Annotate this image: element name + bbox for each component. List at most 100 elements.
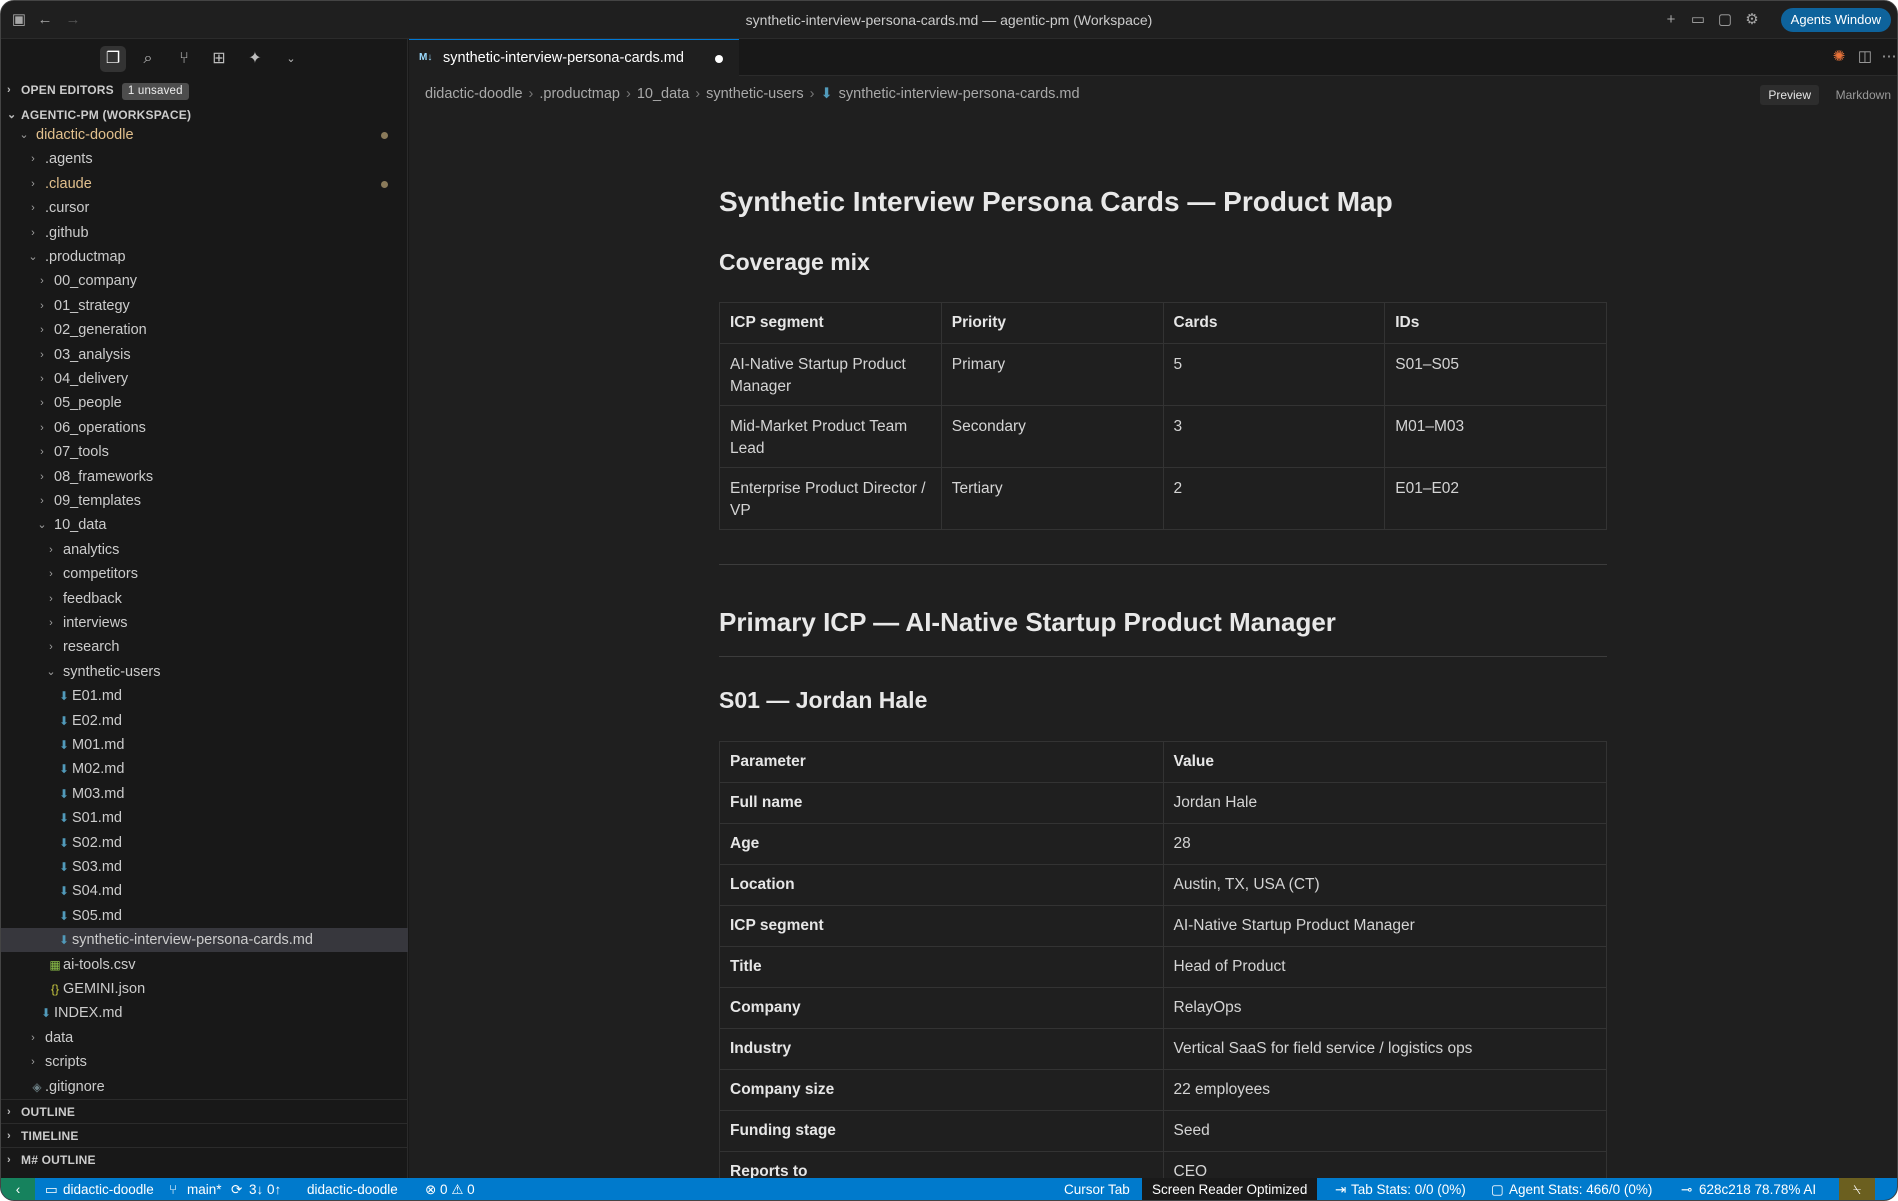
status-branch[interactable]: main* [187,1178,222,1200]
remote-indicator-icon[interactable]: ‹ [1,1178,35,1200]
status-cursor-tab[interactable]: Cursor Tab [1064,1178,1130,1200]
layout-panel-icon[interactable]: ▭ [1688,10,1708,30]
status-screen-reader[interactable]: Screen Reader Optimized [1142,1178,1318,1200]
folder-item[interactable]: › data [1,1026,408,1050]
folder-item[interactable]: › research [1,635,408,659]
agents-window-button[interactable]: Agents Window [1780,8,1891,32]
tab-persona-cards[interactable]: M↓ synthetic-interview-persona-cards.md [409,39,739,76]
folder-item[interactable]: › interviews [1,611,408,635]
json-file-icon: {} [50,982,59,996]
csv-file-icon: ▦ [49,957,61,972]
table-row: Enterprise Product Director / VP Tertiary… [719,467,1607,530]
folder-item[interactable]: › 04_delivery [1,367,408,391]
file-item[interactable]: ⬇ S02.md [1,831,408,855]
folder-item[interactable]: › 05_people [1,391,408,415]
preview-button[interactable]: Preview [1760,85,1819,105]
split-editor-icon[interactable]: ◫ [1855,47,1875,67]
folder-item[interactable]: ⌄ 10_data [1,513,408,537]
status-workspace[interactable]: didactic-doodle [63,1178,154,1200]
status-commit[interactable]: 628c218 78.78% AI [1699,1178,1816,1200]
breadcrumb-item[interactable]: 10_data [637,86,689,102]
tree-item-label: 10_data [54,517,107,534]
folder-item[interactable]: › .cursor [1,196,408,220]
bell-muted-icon[interactable]: ⍀ [1839,1178,1875,1200]
table-cell: Company size [719,1069,1164,1111]
file-item[interactable]: {} GEMINI.json [1,977,408,1001]
folder-item[interactable]: › .github [1,221,408,245]
tree-item-label: synthetic-interview-persona-cards.md [72,932,313,949]
tree-item-label: scripts [45,1054,87,1071]
status-sync[interactable]: 3↓ 0↑ [249,1178,281,1200]
status-folder[interactable]: didactic-doodle [307,1178,398,1200]
file-item[interactable]: ⬇ S05.md [1,904,408,928]
folder-item[interactable]: ⌄ .productmap [1,245,408,269]
file-item[interactable]: ▦ ai-tools.csv [1,953,408,977]
table-row: Title Head of Product [719,946,1607,988]
md-outline-section[interactable]: › M# OUTLINE [1,1147,408,1171]
status-agent-stats[interactable]: Agent Stats: 466/0 (0%) [1509,1178,1652,1200]
source-control-icon[interactable]: ⑂ [171,46,197,72]
file-item[interactable]: ⬇ INDEX.md [1,1001,408,1025]
folder-item[interactable]: › 06_operations [1,416,408,440]
folder-item[interactable]: › scripts [1,1050,408,1074]
search-icon[interactable]: ⌕ [135,46,161,72]
chevron-right-icon: › [40,275,44,288]
file-item[interactable]: ⬇ synthetic-interview-persona-cards.md [1,928,408,953]
table-header-cell: Cards [1162,302,1386,344]
extensions-icon[interactable]: ⊞ [206,46,232,72]
sparkle-icon[interactable]: ✦ [242,46,268,72]
breadcrumb-item[interactable]: .productmap [539,86,620,102]
file-item[interactable]: ⬇ M03.md [1,782,408,806]
unsaved-dot-icon[interactable] [715,55,723,63]
markdown-button[interactable]: Markdown [1836,85,1891,105]
tree-item-label: INDEX.md [54,1005,123,1022]
table-cell: Primary [940,343,1164,406]
file-item[interactable]: ⬇ M02.md [1,757,408,781]
folder-item[interactable]: › competitors [1,562,408,586]
folder-item[interactable]: › .claude [1,172,408,196]
status-problems[interactable]: ⊗ 0 ⚠ 0 [425,1178,475,1200]
folder-item[interactable]: › 07_tools [1,440,408,464]
timeline-section[interactable]: › TIMELINE [1,1123,408,1147]
file-item[interactable]: ⬇ S04.md [1,879,408,903]
tree-item-label: .agents [45,151,93,168]
table-row: Full name Jordan Hale [719,782,1607,824]
table-header-cell: ICP segment [719,302,942,344]
file-item[interactable]: ⬇ M01.md [1,733,408,757]
folder-item[interactable]: › 03_analysis [1,343,408,367]
open-editors-section[interactable]: › OPEN EDITORS 1 unsaved [1,78,408,102]
chevron-right-icon: › [49,641,53,654]
gear-icon[interactable]: ⚙ [1742,10,1762,30]
file-item[interactable]: ⬇ S01.md [1,806,408,830]
chevron-down-icon[interactable]: ⌄ [278,46,304,72]
table-cell: Secondary [940,405,1164,468]
file-item[interactable]: ⬇ E02.md [1,709,408,733]
tree-item-label: 07_tools [54,444,109,461]
folder-item[interactable]: › .agents [1,147,408,171]
explorer-icon[interactable]: ❐ [100,46,126,72]
folder-item[interactable]: › 08_frameworks [1,465,408,489]
claude-icon[interactable]: ✺ [1829,47,1849,67]
folder-item[interactable]: › 01_strategy [1,294,408,318]
file-item[interactable]: ⬇ E01.md [1,684,408,708]
folder-item[interactable]: ⌄ didactic-doodle [1,123,408,147]
breadcrumb-item[interactable]: synthetic-users [706,86,804,102]
folder-item[interactable]: › 02_generation [1,318,408,342]
status-tab-stats[interactable]: Tab Stats: 0/0 (0%) [1351,1178,1466,1200]
outline-section[interactable]: › OUTLINE [1,1099,408,1123]
folder-item[interactable]: › 00_company [1,269,408,293]
breadcrumb-item[interactable]: synthetic-interview-persona-cards.md [839,86,1080,102]
file-item[interactable]: ⬇ S03.md [1,855,408,879]
more-actions-icon[interactable]: ⋯ [1879,47,1897,67]
folder-item[interactable]: › analytics [1,538,408,562]
new-icon[interactable]: + [1661,10,1681,30]
folder-item[interactable]: › 09_templates [1,489,408,513]
markdown-file-icon: ⬇ [58,713,70,728]
breadcrumb-item[interactable]: didactic-doodle [425,86,523,102]
table-row: Funding stage Seed [719,1110,1607,1152]
unsaved-badge: 1 unsaved [121,83,189,100]
folder-item[interactable]: ⌄ synthetic-users [1,660,408,684]
file-item[interactable]: ◈ .gitignore [1,1075,408,1099]
chat-icon[interactable]: ▢ [1715,10,1735,30]
folder-item[interactable]: › feedback [1,587,408,611]
